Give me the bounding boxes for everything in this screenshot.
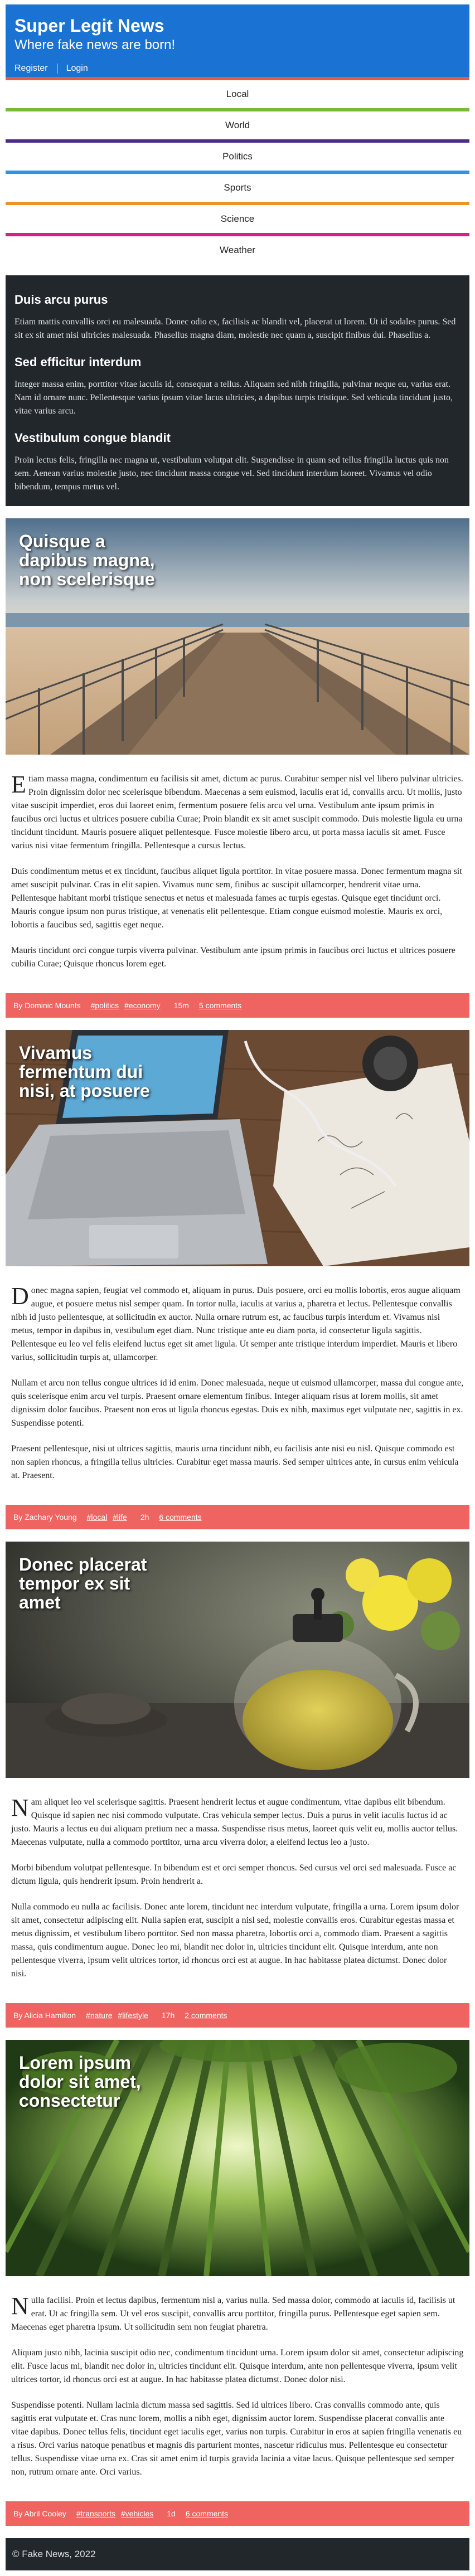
site-title[interactable]: Super Legit News: [14, 14, 461, 37]
login-link[interactable]: Login: [66, 64, 88, 74]
article-hero[interactable]: Donec placerat tempor ex sit amet: [6, 1542, 469, 1778]
article-hero-title[interactable]: Donec placerat tempor ex sit amet: [19, 1555, 158, 1612]
article-paragraph: Nulla facilisi. Proin et lectus dapibus,…: [11, 2294, 464, 2334]
nav-item-weather[interactable]: Weather: [6, 236, 469, 268]
article-comments-link[interactable]: 2 comments: [185, 2011, 227, 2020]
article-paragraph: Suspendisse potenti. Nullam lacinia dict…: [11, 2400, 462, 2477]
article-tag[interactable]: #nature: [86, 2011, 112, 2020]
article-paragraph-text: ulla facilisi. Proin et lectus dapibus, …: [11, 2296, 455, 2332]
article-paragraph: Praesent pellentesque, nisi ut ultrices …: [11, 1444, 459, 1480]
dropcap: D: [11, 1282, 29, 1310]
article-body: Etiam massa magna, condimentum eu facili…: [6, 755, 469, 982]
article-paragraph: Nullam et arcu non tellus congue ultrice…: [11, 1378, 464, 1428]
article-tags: #local #life: [87, 1513, 130, 1522]
article-paragraph-text: onec magna sapien, feugiat vel commodo e…: [11, 1286, 461, 1362]
article-body: Nam aliquet leo vel scelerisque sagittis…: [6, 1778, 469, 1992]
article-hero[interactable]: Quisque a dapibus magna, non scelerisque: [6, 518, 469, 755]
article-meta-bar: By Dominic Mounts #politics #economy 15m…: [6, 993, 469, 1018]
sidebar-heading: Duis arcu purus: [14, 293, 108, 307]
article-paragraph: Mauris tincidunt orci congue turpis vive…: [11, 946, 455, 969]
article-tag[interactable]: #vehicles: [121, 2509, 153, 2518]
article-card: Quisque a dapibus magna, non scelerisque…: [6, 518, 469, 1018]
article-author: By Dominic Mounts: [13, 1001, 81, 1010]
article-tag[interactable]: #lifestyle: [118, 2011, 148, 2020]
article-paragraph-text: am aliquet leo vel scelerisque sagittis.…: [11, 1797, 458, 1847]
register-link[interactable]: Register: [14, 64, 48, 74]
nav-item-science[interactable]: Science: [6, 205, 469, 236]
article-author: By Alicia Hamilton: [13, 2011, 76, 2020]
nav-item-sports[interactable]: Sports: [6, 174, 469, 205]
article-time: 1d: [167, 2509, 176, 2518]
article-hero-title[interactable]: Quisque a dapibus magna, non scelerisque: [19, 532, 158, 589]
article-card: Lorem ipsum dolor sit amet, consectetur …: [6, 2040, 469, 2526]
article-time: 2h: [140, 1513, 149, 1522]
article-meta-bar: By Alicia Hamilton #nature #lifestyle 17…: [6, 2003, 469, 2028]
article-body: Nulla facilisi. Proin et lectus dapibus,…: [6, 2276, 469, 2490]
article-meta-bar: By Abril Cooley #transports #vehicles 1d…: [6, 2501, 469, 2526]
sidebar-heading: Vestibulum congue blandit: [14, 431, 171, 445]
dropcap: N: [11, 2292, 29, 2320]
article-tags: #politics #economy: [91, 1001, 164, 1010]
article-card: Vivamus fermentum dui nisi, at posuere D…: [6, 1030, 469, 1529]
article-paragraph: Etiam massa magna, condimentum eu facili…: [11, 772, 464, 853]
article-tag[interactable]: #life: [113, 1513, 127, 1522]
article-tag[interactable]: #transports: [76, 2509, 115, 2518]
article-time: 15m: [173, 1001, 189, 1010]
sidebar-text: Etiam mattis convallis orci eu malesuada…: [14, 317, 456, 340]
article-body: Donec magna sapien, feugiat vel commodo …: [6, 1266, 469, 1494]
sidebar-text: Proin lectus felis, fringilla nec magna …: [14, 455, 449, 492]
article-paragraph: Nam aliquet leo vel scelerisque sagittis…: [11, 1796, 464, 1849]
article-comments-link[interactable]: 6 comments: [159, 1513, 201, 1522]
article-comments-link[interactable]: 6 comments: [186, 2509, 228, 2518]
nav-item-world[interactable]: World: [6, 111, 469, 143]
sidebar-text: Integer massa enim, porttitor vitae iacu…: [14, 380, 453, 416]
article-paragraph: Nulla commodo eu nulla ac facilisis. Don…: [11, 1902, 459, 1979]
nav-item-politics[interactable]: Politics: [6, 143, 469, 174]
article-paragraph: Duis condimentum metus et ex tincidunt, …: [11, 867, 462, 930]
sidebar-heading: Sed efficitur interdum: [14, 355, 142, 369]
article-meta-bar: By Zachary Young #local #life 2h 6 comme…: [6, 1505, 469, 1529]
nav-item-local[interactable]: Local: [6, 77, 469, 111]
article-paragraph-text: tiam massa magna, condimentum eu facilis…: [11, 774, 463, 850]
sidebar-block: Duis arcu purus Etiam mattis convallis o…: [6, 275, 469, 506]
article-comments-link[interactable]: 5 comments: [199, 1001, 241, 1010]
article-tags: #nature #lifestyle: [86, 2011, 152, 2020]
page: Super Legit News Where fake news are bor…: [0, 0, 475, 2576]
article-time: 17h: [161, 2011, 175, 2020]
article-tag[interactable]: #politics: [91, 1001, 119, 1010]
article-tag[interactable]: #local: [87, 1513, 108, 1522]
article-paragraph: Morbi bibendum volutpat pellentesque. In…: [11, 1863, 457, 1886]
site-header: Super Legit News Where fake news are bor…: [6, 4, 469, 77]
article-hero[interactable]: Vivamus fermentum dui nisi, at posuere: [6, 1030, 469, 1266]
site-tagline: Where fake news are born!: [14, 37, 176, 52]
article-tags: #transports #vehicles: [76, 2509, 157, 2518]
article-card: Donec placerat tempor ex sit amet Nam al…: [6, 1542, 469, 2028]
article-paragraph: Aliquam justo nibh, lacinia suscipit odi…: [11, 2348, 464, 2384]
category-nav: Local World Politics Sports Science Weat…: [6, 77, 469, 268]
auth-links: Register Login: [14, 64, 461, 74]
article-author: By Zachary Young: [13, 1513, 77, 1522]
article-hero-title[interactable]: Vivamus fermentum dui nisi, at posuere: [19, 1043, 158, 1100]
article-hero-title[interactable]: Lorem ipsum dolor sit amet, consectetur: [19, 2053, 158, 2110]
dropcap: E: [11, 771, 26, 798]
article-paragraph: Donec magna sapien, feugiat vel commodo …: [11, 1284, 464, 1364]
site-footer: © Fake News, 2022: [6, 2538, 469, 2570]
article-author: By Abril Cooley: [13, 2509, 66, 2518]
dropcap: N: [11, 1794, 29, 1821]
article-hero[interactable]: Lorem ipsum dolor sit amet, consectetur: [6, 2040, 469, 2276]
article-tag[interactable]: #economy: [124, 1001, 161, 1010]
